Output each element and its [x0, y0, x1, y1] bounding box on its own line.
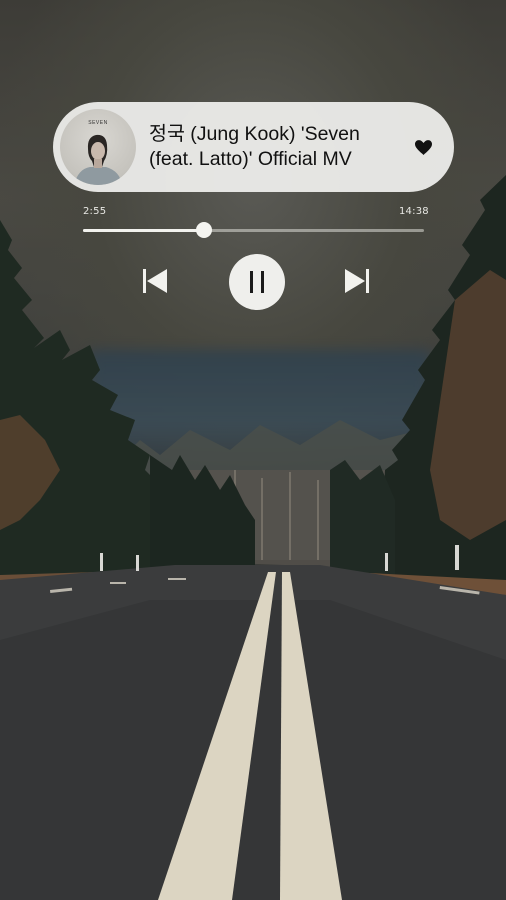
- next-track-button[interactable]: [340, 264, 374, 298]
- pause-button[interactable]: [229, 254, 285, 310]
- seek-bar-thumb[interactable]: [196, 222, 213, 238]
- track-title: 정국 (Jung Kook) 'Seven (feat. Latto)' Off…: [149, 123, 360, 170]
- now-playing-card[interactable]: SEVEN 정국 (Jung Kook) 'Seven (feat. Latto…: [53, 102, 454, 192]
- album-art: SEVEN: [60, 109, 136, 185]
- heart-icon: [414, 139, 432, 155]
- previous-track-button[interactable]: [138, 264, 172, 298]
- album-art-portrait: [74, 134, 122, 185]
- skip-next-icon: [345, 269, 369, 293]
- elapsed-time: 2:55: [83, 206, 107, 217]
- like-button[interactable]: [412, 136, 434, 158]
- pause-icon: [250, 271, 264, 293]
- skip-previous-icon: [143, 269, 167, 293]
- lock-screen: SEVEN 정국 (Jung Kook) 'Seven (feat. Latto…: [0, 0, 506, 900]
- seek-bar[interactable]: [83, 222, 424, 238]
- seek-bar-progress: [83, 229, 205, 232]
- total-duration: 14:38: [399, 206, 429, 217]
